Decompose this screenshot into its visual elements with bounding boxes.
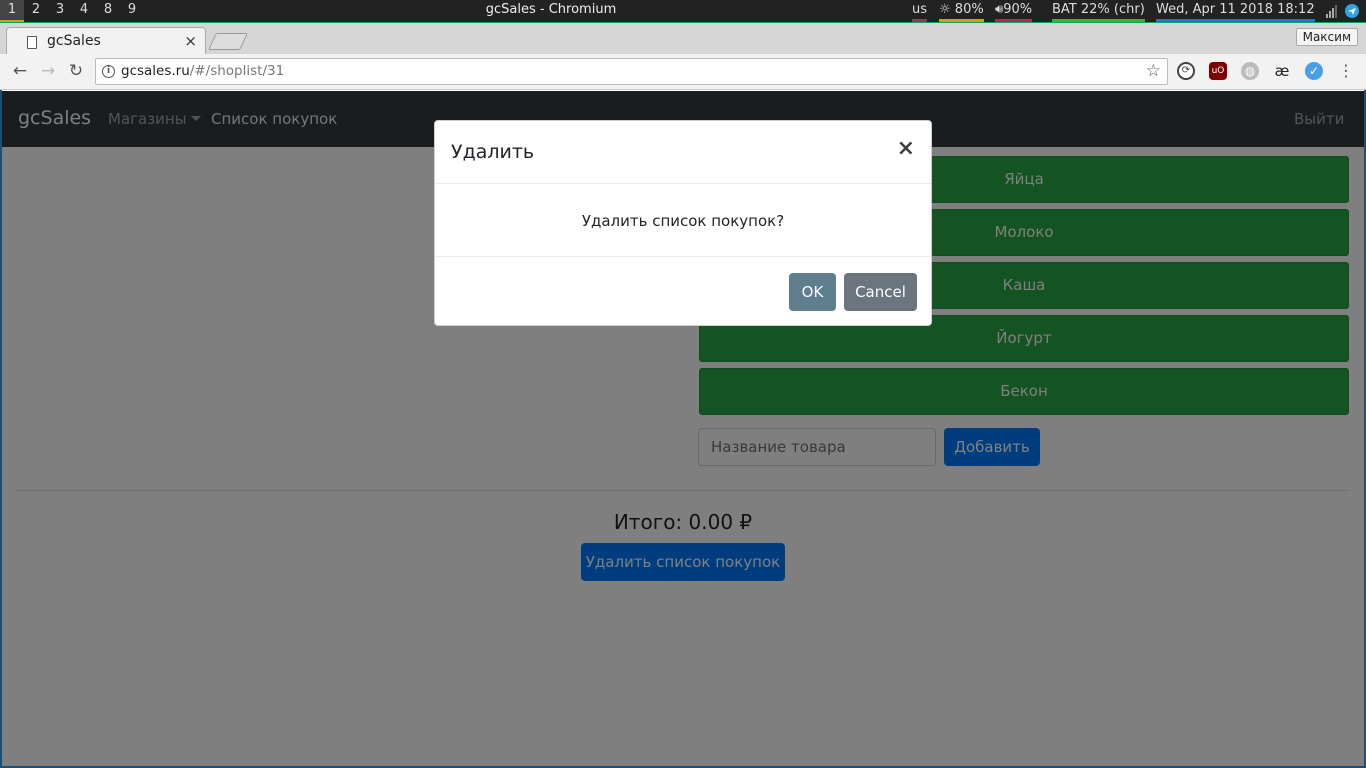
- cancel-button[interactable]: Cancel: [844, 273, 917, 311]
- datetime: Wed, Apr 11 2018 18:12: [1156, 2, 1315, 17]
- keyboard-layout: us: [912, 0, 928, 22]
- bookmark-star-icon[interactable]: ☆: [1146, 61, 1161, 81]
- keyboard-label: us: [912, 2, 928, 17]
- clock: Wed, Apr 11 2018 18:12: [1156, 0, 1315, 22]
- page: gcSales Магазины Список покупок Выйти Яй…: [2, 91, 1364, 766]
- reload-icon[interactable]: ↻: [65, 61, 87, 83]
- ublock-icon[interactable]: uO: [1209, 62, 1227, 80]
- bird-extension-icon[interactable]: ✓: [1305, 62, 1323, 80]
- profile-button[interactable]: Максим: [1295, 28, 1358, 46]
- network-icon[interactable]: [1326, 3, 1360, 19]
- ae-extension-icon[interactable]: æ: [1273, 62, 1291, 80]
- globe-extension-icon[interactable]: ◍: [1241, 62, 1259, 80]
- modal-header: Удалить ×: [435, 121, 931, 184]
- modal-title: Удалить: [451, 141, 535, 163]
- brightness-value: 80%: [954, 2, 984, 17]
- tab-close-icon[interactable]: ×: [184, 32, 197, 50]
- close-icon[interactable]: ×: [897, 138, 915, 160]
- sync-extension-icon[interactable]: ⟳: [1177, 62, 1195, 80]
- tab-title: gcSales: [47, 33, 101, 49]
- volume-indicator: 🔊︎90%: [995, 0, 1033, 22]
- tray: [1326, 3, 1360, 19]
- battery-value: BAT 22% (chr): [1052, 2, 1145, 17]
- brightness-indicator: ☼ 80%: [939, 0, 984, 22]
- address-bar[interactable]: i gcsales.ru/#/shoplist/31 ☆: [95, 58, 1168, 85]
- speaker-icon: 🔊︎: [995, 2, 1004, 17]
- volume-value: 90%: [1003, 2, 1033, 17]
- url-host: gcsales.ru: [121, 63, 190, 79]
- tab-strip: gcSales × Максим: [0, 22, 1366, 55]
- battery-indicator: BAT 22% (chr): [1052, 0, 1145, 22]
- url-text[interactable]: gcsales.ru/#/shoplist/31: [121, 63, 284, 79]
- browser-toolbar: ← → ↻ i gcsales.ru/#/shoplist/31 ☆ ⟳ uO …: [0, 54, 1366, 90]
- delete-modal: Удалить × Удалить список покупок? OK Can…: [434, 120, 932, 326]
- menu-icon[interactable]: ⋮: [1337, 62, 1355, 80]
- window-title: gcSales - Chromium: [485, 2, 617, 17]
- info-icon[interactable]: i: [102, 65, 115, 78]
- browser-tab[interactable]: gcSales ×: [6, 27, 206, 55]
- forward-icon[interactable]: →: [37, 61, 59, 83]
- url-path: /#/shoplist/31: [189, 63, 285, 79]
- document-icon: [27, 36, 37, 49]
- ok-button[interactable]: OK: [789, 273, 836, 311]
- new-tab-button[interactable]: [208, 33, 248, 50]
- back-icon[interactable]: ←: [9, 61, 31, 83]
- modal-message: Удалить список покупок?: [435, 185, 931, 257]
- system-bar: 1 2 3 4 8 9 gcSales - Chromium us ☼ 80% …: [0, 0, 1366, 22]
- brightness-icon: ☼: [939, 2, 951, 17]
